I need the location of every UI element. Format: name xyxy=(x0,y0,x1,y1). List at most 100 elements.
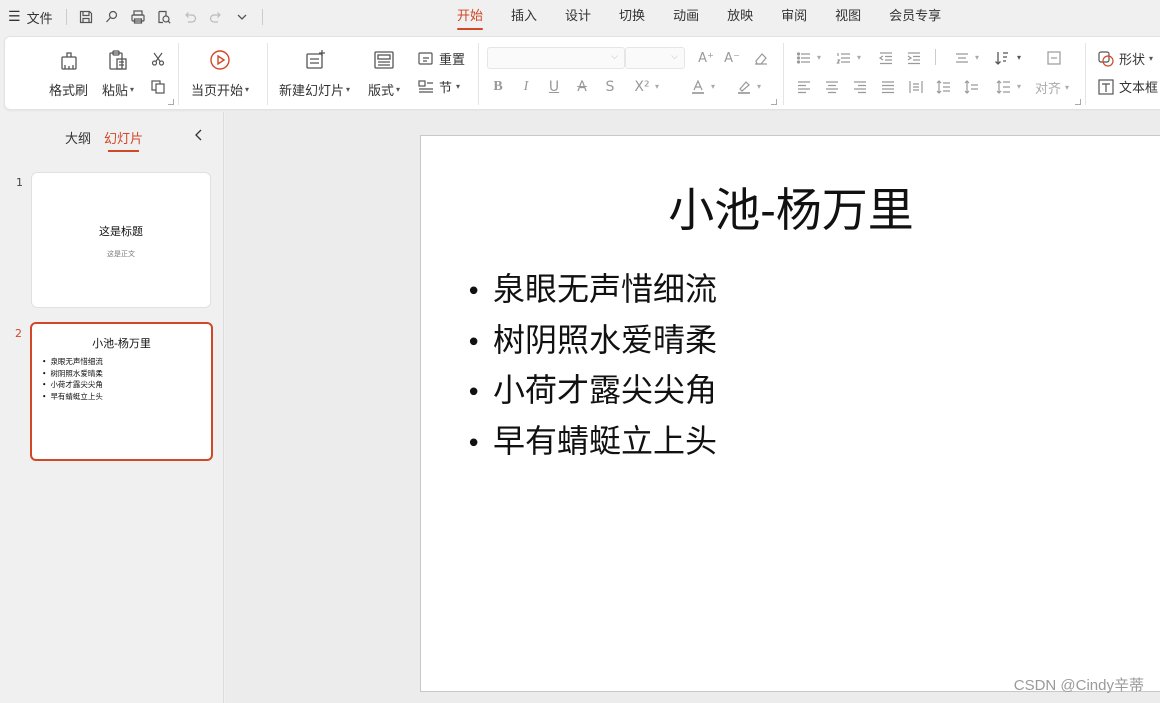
format-painter-label: 格式刷 xyxy=(49,84,89,99)
clear-format-icon[interactable] xyxy=(750,47,772,69)
increase-indent-icon[interactable] xyxy=(903,47,925,69)
current-slide[interactable]: 小池-杨万里 泉眼无声惜细流 树阴照水爱晴柔 小荷才露尖尖角 早有蜻蜓立上头 xyxy=(420,135,1160,692)
print-preview-icon[interactable] xyxy=(154,7,174,27)
tab-member[interactable]: 会员专享 xyxy=(875,0,955,34)
play-from-current-button[interactable]: 当页开始 ▾ xyxy=(191,46,249,99)
thumbnail-bullet-list: 泉眼无声惜细流 树阴照水爱晴柔 小荷才露尖尖角 早有蜻蜓立上头 xyxy=(42,356,103,402)
tab-animations[interactable]: 动画 xyxy=(659,0,713,34)
dialog-launcher-icon[interactable] xyxy=(168,99,174,105)
tab-home[interactable]: 开始 xyxy=(443,0,497,34)
bold-icon[interactable]: B xyxy=(487,76,509,98)
font-color-icon[interactable] xyxy=(687,76,709,98)
italic-icon[interactable]: I xyxy=(515,76,537,98)
collapse-panel-icon[interactable] xyxy=(192,128,206,142)
superscript-icon[interactable]: X² xyxy=(631,76,653,98)
tab-view[interactable]: 视图 xyxy=(821,0,875,34)
dialog-launcher-icon[interactable] xyxy=(1075,99,1081,105)
underline-icon[interactable]: U xyxy=(543,76,565,98)
align-right-icon[interactable] xyxy=(849,76,871,98)
dialog-launcher-icon[interactable] xyxy=(771,99,777,105)
numbered-list-icon[interactable] xyxy=(833,47,855,69)
shadow-text-icon[interactable]: S xyxy=(599,76,621,98)
save-icon[interactable] xyxy=(76,7,96,27)
paragraph-options-icon[interactable] xyxy=(993,76,1015,98)
divider xyxy=(66,9,67,25)
thumbnail-bullet: 泉眼无声惜细流 xyxy=(42,356,103,368)
magic-icon[interactable] xyxy=(102,7,122,27)
slide-bullet: 早有蜻蜓立上头 xyxy=(466,418,717,469)
undo-icon[interactable] xyxy=(180,7,200,27)
chevron-down-icon: ▾ xyxy=(711,82,716,91)
chevron-down-icon: ▾ xyxy=(655,82,660,91)
format-painter-button[interactable]: 格式刷 xyxy=(49,46,88,99)
font-family-select[interactable]: ⌵ xyxy=(487,47,625,69)
paragraph-spacing-icon[interactable] xyxy=(961,76,983,98)
thumbnail-bullet: 树阴照水爱晴柔 xyxy=(42,368,103,380)
tab-transitions[interactable]: 切换 xyxy=(605,0,659,34)
new-slide-button[interactable]: 新建幻灯片 ▾ xyxy=(279,46,350,99)
format-painter-icon xyxy=(57,46,81,72)
paste-icon xyxy=(106,46,130,72)
reset-button[interactable]: 重置 xyxy=(417,49,465,68)
slide-bullet: 树阴照水爱晴柔 xyxy=(466,317,717,368)
align-left-icon[interactable] xyxy=(793,76,815,98)
chevron-down-icon: ▾ xyxy=(757,82,762,91)
chevron-down-icon: ⌵ xyxy=(671,52,678,62)
reset-label: 重置 xyxy=(439,53,466,68)
layout-label: 版式 xyxy=(368,84,395,99)
file-menu[interactable]: ☰ 文件 xyxy=(8,8,53,27)
line-spacing-icon[interactable] xyxy=(933,76,955,98)
chevron-down-icon: ▾ xyxy=(130,85,135,94)
text-direction-icon[interactable] xyxy=(951,47,973,69)
shape-button[interactable]: 形状 ▾ xyxy=(1097,49,1153,68)
chevron-down-icon: ⌵ xyxy=(611,52,618,62)
layout-button[interactable]: 版式 ▾ xyxy=(368,46,400,99)
shape-label: 形状 xyxy=(1119,53,1146,68)
textbox-icon xyxy=(1098,78,1114,95)
more-icon[interactable] xyxy=(232,7,252,27)
textbox-button[interactable]: 文本框 xyxy=(1097,77,1158,96)
vertical-align-icon[interactable] xyxy=(1043,47,1065,69)
cut-icon[interactable] xyxy=(148,49,168,69)
tab-review[interactable]: 审阅 xyxy=(767,0,821,34)
divider xyxy=(783,43,784,105)
redo-icon[interactable] xyxy=(206,7,226,27)
chevron-down-icon: ▾ xyxy=(456,82,461,91)
slide-body[interactable]: 泉眼无声惜细流 树阴照水爱晴柔 小荷才露尖尖角 早有蜻蜓立上头 xyxy=(466,266,717,468)
strikethrough-icon[interactable]: A xyxy=(571,76,593,98)
tab-slides[interactable]: 幻灯片 xyxy=(104,128,143,152)
chevron-down-icon: ▾ xyxy=(1017,82,1022,91)
tab-design[interactable]: 设计 xyxy=(551,0,605,34)
thumbnail-title: 这是标题 xyxy=(99,225,143,238)
ribbon-toolbar: 格式刷 粘贴 ▾ 当页开始 ▾ 新建幻灯片 ▾ 版式 ▾ 重置 节 ▾ ⌵ ⌵ … xyxy=(4,36,1160,110)
distribute-icon[interactable] xyxy=(905,76,927,98)
slide-title[interactable]: 小池-杨万里 xyxy=(421,174,1160,240)
tab-outline[interactable]: 大纲 xyxy=(65,128,91,147)
section-button[interactable]: 节 ▾ xyxy=(417,77,460,96)
decrease-indent-icon[interactable] xyxy=(875,47,897,69)
align-center-icon[interactable] xyxy=(821,76,843,98)
tab-insert[interactable]: 插入 xyxy=(497,0,551,34)
slide-panel: 大纲 幻灯片 1 这是标题 这是正文 2 小池-杨万里 泉眼无声惜细流 树阴照水… xyxy=(0,112,224,703)
align-objects-button[interactable]: 对齐 ▾ xyxy=(1035,78,1069,97)
slide-thumbnail-2[interactable]: 小池-杨万里 泉眼无声惜细流 树阴照水爱晴柔 小荷才露尖尖角 早有蜻蜓立上头 xyxy=(30,322,213,461)
decrease-font-icon[interactable]: A⁻ xyxy=(721,47,743,69)
shape-icon xyxy=(1098,50,1114,67)
tab-slideshow[interactable]: 放映 xyxy=(713,0,767,34)
layout-icon xyxy=(372,46,396,72)
bullet-list-icon[interactable] xyxy=(793,47,815,69)
copy-icon[interactable] xyxy=(148,77,168,97)
file-menu-label: 文件 xyxy=(26,11,53,27)
font-size-select[interactable]: ⌵ xyxy=(625,47,685,69)
sort-icon[interactable] xyxy=(991,47,1013,69)
increase-font-icon[interactable]: A⁺ xyxy=(695,47,717,69)
chevron-down-icon: ▾ xyxy=(245,85,250,94)
highlight-icon[interactable] xyxy=(733,76,755,98)
thumbnail-subtitle: 这是正文 xyxy=(107,250,135,258)
print-icon[interactable] xyxy=(128,7,148,27)
slide-bullet: 小荷才露尖尖角 xyxy=(466,367,717,418)
chevron-down-icon: ▾ xyxy=(857,53,862,62)
justify-icon[interactable] xyxy=(877,76,899,98)
paste-button[interactable]: 粘贴 ▾ xyxy=(102,46,134,99)
slide-thumbnail-1[interactable]: 这是标题 这是正文 xyxy=(31,172,211,308)
